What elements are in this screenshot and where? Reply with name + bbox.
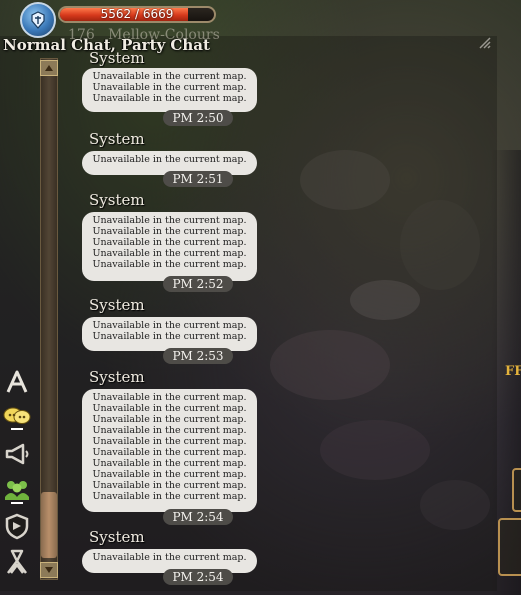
message-sender: System bbox=[89, 130, 145, 148]
message-sender: System bbox=[89, 368, 145, 386]
message-line: Unavailable in the current map. bbox=[92, 320, 247, 331]
player-status-bar: 5562 / 6669 bbox=[20, 2, 216, 38]
hp-text: 5562 / 6669 bbox=[100, 7, 174, 21]
message-line: Unavailable in the current map. bbox=[92, 552, 247, 563]
message-bubble: Unavailable in the current map. Unavailab… bbox=[82, 68, 257, 112]
message-bubble: Unavailable in the current map. Unavailab… bbox=[82, 389, 257, 512]
message-line: Unavailable in the current map. bbox=[92, 259, 247, 270]
scroll-down-button[interactable] bbox=[40, 562, 58, 578]
message-line: Unavailable in the current map. bbox=[92, 215, 247, 226]
message-line: Unavailable in the current map. bbox=[92, 237, 247, 248]
message-line: Unavailable in the current map. bbox=[92, 491, 247, 502]
message-sender: System bbox=[89, 49, 145, 67]
player-emblem[interactable] bbox=[20, 2, 56, 38]
message-line: Unavailable in the current map. bbox=[92, 436, 247, 447]
hp-bar: 5562 / 6669 bbox=[58, 6, 216, 23]
resize-grip-icon[interactable] bbox=[478, 36, 492, 50]
ribbon-icon[interactable] bbox=[3, 548, 31, 576]
message-bubble: Unavailable in the current map. Unavailab… bbox=[82, 212, 257, 281]
message-timestamp: PM 2:51 bbox=[163, 171, 233, 187]
arrow-up-icon bbox=[45, 65, 53, 71]
message-sender: System bbox=[89, 191, 145, 209]
message-line: Unavailable in the current map. bbox=[92, 447, 247, 458]
message-line: Unavailable in the current map. bbox=[92, 71, 247, 82]
world-partial-label: FF bbox=[505, 364, 521, 379]
message-timestamp: PM 2:53 bbox=[163, 348, 233, 364]
chat-bubbles-icon[interactable] bbox=[3, 404, 31, 432]
message-line: Unavailable in the current map. bbox=[92, 82, 247, 93]
scroll-up-button[interactable] bbox=[40, 60, 58, 76]
guild-shield-icon[interactable] bbox=[3, 512, 31, 540]
arrow-down-icon bbox=[45, 567, 53, 573]
message-line: Unavailable in the current map. bbox=[92, 154, 247, 165]
message-line: Unavailable in the current map. bbox=[92, 469, 247, 480]
world-frame-top[interactable] bbox=[512, 468, 521, 512]
scroll-thumb[interactable] bbox=[41, 492, 57, 558]
message-line: Unavailable in the current map. bbox=[92, 458, 247, 469]
font-size-icon[interactable] bbox=[3, 368, 31, 396]
world-frame-bottom[interactable] bbox=[498, 518, 521, 576]
helmet-icon bbox=[31, 11, 45, 29]
megaphone-icon[interactable] bbox=[3, 440, 31, 468]
message-line: Unavailable in the current map. bbox=[92, 480, 247, 491]
message-line: Unavailable in the current map. bbox=[92, 226, 247, 237]
message-line: Unavailable in the current map. bbox=[92, 392, 247, 403]
message-timestamp: PM 2:52 bbox=[163, 276, 233, 292]
message-sender: System bbox=[89, 296, 145, 314]
message-bubble: Unavailable in the current map. Unavailab… bbox=[82, 317, 257, 351]
message-line: Unavailable in the current map. bbox=[92, 403, 247, 414]
message-timestamp: PM 2:50 bbox=[163, 110, 233, 126]
message-timestamp: PM 2:54 bbox=[163, 569, 233, 585]
message-line: Unavailable in the current map. bbox=[92, 425, 247, 436]
message-line: Unavailable in the current map. bbox=[92, 331, 247, 342]
message-sender: System bbox=[89, 528, 145, 546]
message-line: Unavailable in the current map. bbox=[92, 414, 247, 425]
party-icon[interactable] bbox=[3, 476, 31, 504]
message-line: Unavailable in the current map. bbox=[92, 93, 247, 104]
message-line: Unavailable in the current map. bbox=[92, 248, 247, 259]
message-timestamp: PM 2:54 bbox=[163, 509, 233, 525]
